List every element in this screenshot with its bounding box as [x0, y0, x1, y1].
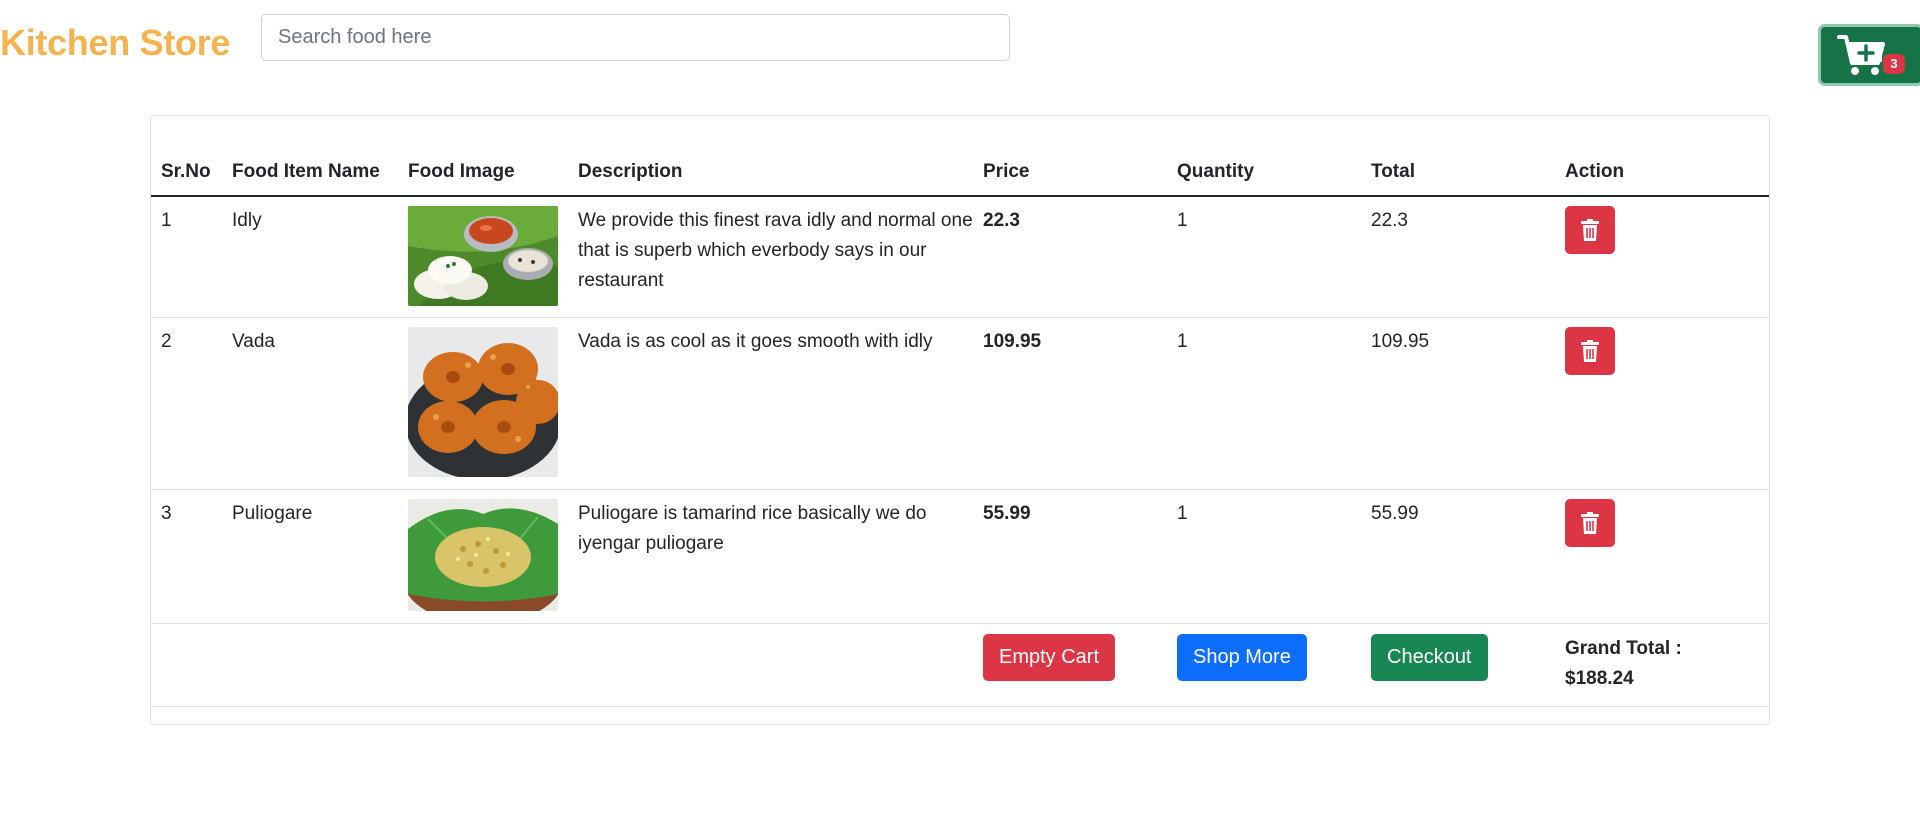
cell-action [1555, 489, 1769, 624]
cart-count-badge: 3 [1883, 54, 1905, 74]
cart-table-card: Sr.No Food Item Name Food Image Descript… [150, 115, 1770, 725]
table-row: 1 Idly We provide this finest rava idly … [151, 196, 1769, 318]
cell-action [1555, 196, 1769, 318]
cell-total: 109.95 [1361, 317, 1555, 490]
cell-quantity: 1 [1167, 196, 1361, 318]
grand-total-label: Grand Total : [1565, 638, 1682, 659]
delete-item-button[interactable] [1565, 206, 1615, 254]
delete-item-button[interactable] [1565, 327, 1615, 375]
cell-description: Puliogare is tamarind rice basically we … [568, 489, 973, 624]
table-row: 2 Vada Vada is as cool as it goes smooth… [151, 317, 1769, 490]
cell-food-image [398, 317, 568, 490]
header-food-image: Food Image [398, 116, 568, 197]
cell-food-name: Idly [222, 196, 398, 318]
cart-plus-icon [1837, 35, 1885, 75]
header-food-item-name: Food Item Name [222, 116, 398, 197]
trash-icon [1581, 340, 1599, 362]
cell-quantity: 1 [1167, 489, 1361, 624]
cell-action [1555, 317, 1769, 490]
grand-total-value: $188.24 [1565, 668, 1634, 689]
delete-item-button[interactable] [1565, 499, 1615, 547]
search-input[interactable] [261, 14, 1010, 61]
cell-food-image [398, 196, 568, 318]
header-sr-no: Sr.No [151, 116, 222, 197]
cell-food-name: Puliogare [222, 489, 398, 624]
header-action: Action [1555, 116, 1769, 197]
cell-food-name: Vada [222, 317, 398, 490]
puliogare-image [408, 499, 558, 611]
cell-description: We provide this finest rava idly and nor… [568, 196, 973, 318]
cell-shop-more: Shop More [1167, 623, 1361, 707]
empty-cart-button[interactable]: Empty Cart [983, 634, 1116, 681]
cell-total: 55.99 [1361, 489, 1555, 624]
cell-sr-no: 3 [151, 489, 222, 624]
trash-icon [1581, 219, 1599, 241]
header-quantity: Quantity [1167, 116, 1361, 197]
cell-checkout: Checkout [1361, 623, 1555, 707]
header-price: Price [973, 116, 1167, 197]
cart-table: Sr.No Food Item Name Food Image Descript… [151, 116, 1769, 707]
grand-total: Grand Total : $188.24 [1555, 623, 1769, 707]
cell-food-image [398, 489, 568, 624]
cell-total: 22.3 [1361, 196, 1555, 318]
trash-icon [1581, 512, 1599, 534]
checkout-button[interactable]: Checkout [1371, 634, 1488, 681]
cell-quantity: 1 [1167, 317, 1361, 490]
header-total: Total [1361, 116, 1555, 197]
brand-logo: Kitchen Store [0, 22, 231, 63]
cart-button[interactable]: 3 [1818, 24, 1920, 86]
idly-image [408, 206, 558, 306]
cell-description: Vada is as cool as it goes smooth with i… [568, 317, 973, 490]
shop-more-button[interactable]: Shop More [1177, 634, 1307, 681]
cell-sr-no: 1 [151, 196, 222, 318]
cell-sr-no: 2 [151, 317, 222, 490]
cell-price: 22.3 [973, 196, 1167, 318]
table-row: 3 Puliogare Puliogare is tamarind rice b… [151, 489, 1769, 624]
table-header-row: Sr.No Food Item Name Food Image Descript… [151, 116, 1769, 197]
vada-image [408, 327, 558, 477]
cart-footer-row: Empty Cart Shop More Checkout Grand Tota… [151, 623, 1769, 707]
header-description: Description [568, 116, 973, 197]
cell-price: 109.95 [973, 317, 1167, 490]
cell-price: 55.99 [973, 489, 1167, 624]
cell-empty-cart: Empty Cart [973, 623, 1167, 707]
